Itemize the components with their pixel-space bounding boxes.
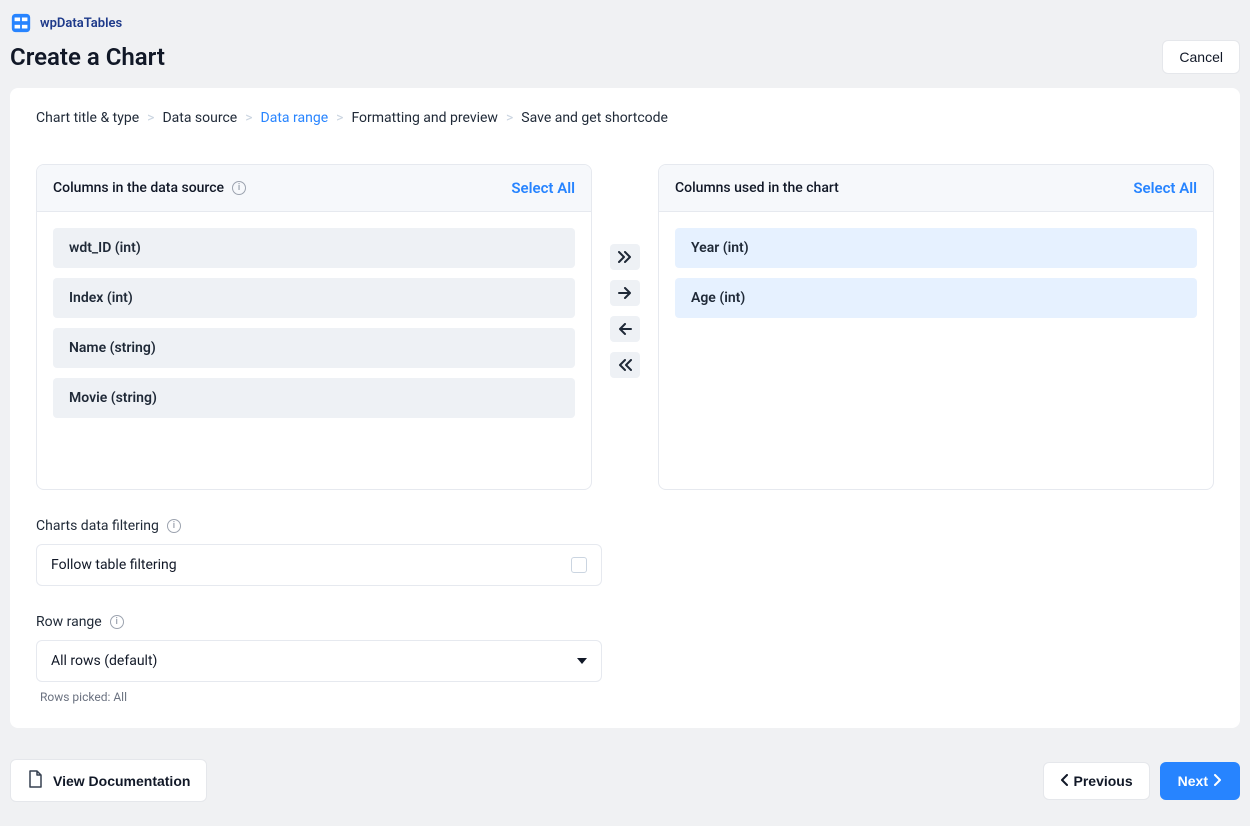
breadcrumb-step-data-range[interactable]: Data range <box>261 110 329 126</box>
breadcrumb-step-title-type[interactable]: Chart title & type <box>36 110 139 126</box>
transfer-buttons <box>610 164 640 490</box>
source-column-item[interactable]: wdt_ID (int) <box>53 228 575 268</box>
row-range-hint: Rows picked: All <box>40 690 1214 704</box>
chevron-right-icon <box>1214 773 1222 789</box>
move-all-right-button[interactable] <box>610 244 640 270</box>
chevron-right-icon: > <box>147 110 154 126</box>
info-icon[interactable]: i <box>110 615 124 629</box>
previous-label: Previous <box>1074 773 1133 789</box>
row-range-section-text: Row range <box>36 614 102 630</box>
wizard-footer: View Documentation Previous Next <box>0 743 1250 826</box>
next-button[interactable]: Next <box>1160 762 1240 800</box>
chart-panel-title: Columns used in the chart <box>675 180 839 196</box>
follow-table-filtering-option[interactable]: Follow table filtering <box>36 544 602 586</box>
document-icon <box>27 770 43 791</box>
previous-button[interactable]: Previous <box>1043 762 1150 800</box>
source-column-item[interactable]: Index (int) <box>53 278 575 318</box>
view-documentation-label: View Documentation <box>53 773 190 789</box>
chevron-right-icon: > <box>336 110 343 126</box>
chart-columns-panel: Columns used in the chart Select All Yea… <box>658 164 1214 490</box>
view-documentation-button[interactable]: View Documentation <box>10 759 207 802</box>
brand-bar: wpDataTables <box>0 0 1250 40</box>
brand-logo-icon <box>10 12 32 34</box>
row-range-section-label: Row range i <box>36 614 1214 630</box>
move-right-button[interactable] <box>610 280 640 306</box>
move-left-button[interactable] <box>610 316 640 342</box>
row-range-select[interactable]: All rows (default) <box>36 640 602 682</box>
move-all-left-button[interactable] <box>610 352 640 378</box>
breadcrumb: Chart title & type > Data source > Data … <box>36 110 1214 126</box>
follow-table-filtering-checkbox[interactable] <box>571 557 587 573</box>
filtering-section-text: Charts data filtering <box>36 518 159 534</box>
chart-column-item[interactable]: Age (int) <box>675 278 1197 318</box>
breadcrumb-step-formatting[interactable]: Formatting and preview <box>351 110 498 126</box>
chevron-left-icon <box>1060 773 1068 789</box>
source-column-item[interactable]: Movie (string) <box>53 378 575 418</box>
breadcrumb-step-save[interactable]: Save and get shortcode <box>521 110 668 126</box>
follow-table-filtering-label: Follow table filtering <box>51 557 177 573</box>
chevron-right-icon: > <box>506 110 513 126</box>
chart-column-item[interactable]: Year (int) <box>675 228 1197 268</box>
chart-select-all[interactable]: Select All <box>1133 179 1197 197</box>
source-select-all[interactable]: Select All <box>511 179 575 197</box>
chevron-right-icon: > <box>245 110 252 126</box>
info-icon[interactable]: i <box>167 519 181 533</box>
chevron-down-icon <box>577 658 587 664</box>
source-columns-panel: Columns in the data source i Select All … <box>36 164 592 490</box>
row-range-selected: All rows (default) <box>51 653 157 669</box>
breadcrumb-step-data-source[interactable]: Data source <box>162 110 237 126</box>
source-panel-title: Columns in the data source <box>53 180 224 196</box>
info-icon[interactable]: i <box>232 181 246 195</box>
wizard-card: Chart title & type > Data source > Data … <box>10 88 1240 728</box>
filtering-section-label: Charts data filtering i <box>36 518 1214 534</box>
next-label: Next <box>1178 773 1208 789</box>
source-column-item[interactable]: Name (string) <box>53 328 575 368</box>
page-title: Create a Chart <box>10 43 165 71</box>
brand-name: wpDataTables <box>40 16 122 31</box>
cancel-button[interactable]: Cancel <box>1162 40 1240 74</box>
